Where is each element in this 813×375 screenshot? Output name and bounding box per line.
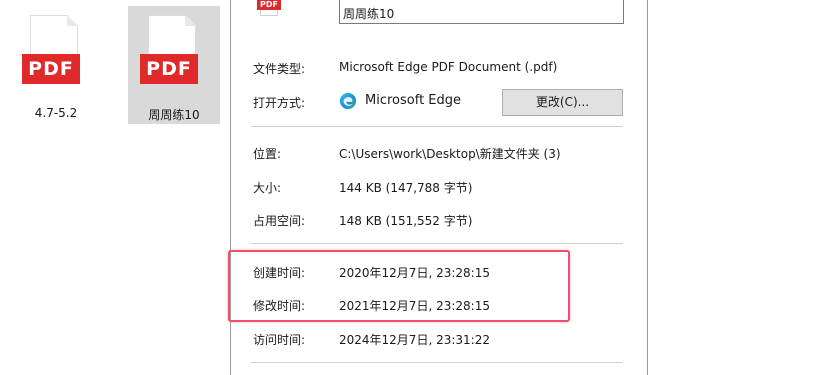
size-label: 大小: [253, 181, 282, 195]
size-on-disk-label: 占用空间: [253, 214, 306, 228]
divider [251, 243, 623, 244]
change-app-button[interactable]: 更改(C)... [502, 89, 623, 116]
timestamps-highlight-box [228, 250, 570, 322]
default-app-name: Microsoft Edge [365, 93, 462, 108]
location-value: C:\Users\work\Desktop\新建文件夹 (3) [339, 147, 561, 161]
pdf-badge: PDF [22, 54, 80, 84]
file-name-input[interactable]: 周周练10 [339, 0, 624, 24]
desktop-file-zhouzhoulian10[interactable]: PDF 周周练10 [128, 6, 220, 124]
accessed-value: 2024年12月7日, 23:31:22 [339, 333, 490, 347]
file-type-value: Microsoft Edge PDF Document (.pdf) [339, 60, 558, 74]
desktop: PDF 4.7-5.2 PDF 周周练10 [0, 0, 230, 375]
file-label: 4.7-5.2 [34, 106, 78, 120]
size-on-disk-value: 148 KB (151,552 字节) [339, 214, 473, 228]
edge-icon [339, 92, 357, 110]
icon-badge: PDF [257, 0, 281, 10]
size-value: 144 KB (147,788 字节) [339, 181, 473, 195]
file-type-label: 文件类型: [253, 62, 306, 76]
desktop-file-4-7-5-2[interactable]: PDF 4.7-5.2 [10, 6, 102, 124]
opens-with-label: 打开方式: [253, 96, 306, 110]
location-label: 位置: [253, 147, 282, 161]
divider [251, 126, 623, 127]
pdf-badge: PDF [140, 54, 198, 84]
file-label: 周周练10 [148, 108, 200, 122]
pdf-file-icon: PDF [257, 0, 281, 16]
accessed-label: 访问时间: [253, 333, 306, 347]
divider [251, 362, 623, 363]
